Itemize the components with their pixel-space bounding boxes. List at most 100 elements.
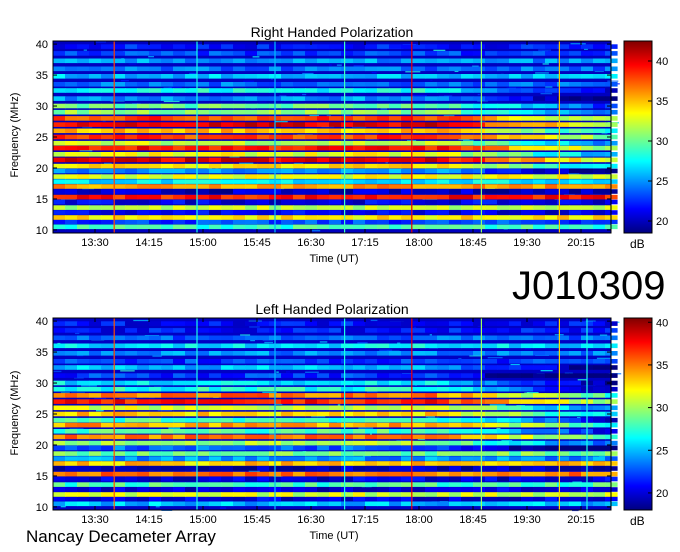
spectral-band bbox=[53, 471, 618, 477]
instrument-caption: Nancay Decameter Array bbox=[26, 527, 216, 546]
spectral-band bbox=[53, 422, 618, 428]
y-tick-label: 20 bbox=[36, 440, 48, 452]
y-tick-label: 40 bbox=[36, 39, 48, 51]
spectral-band bbox=[53, 351, 618, 356]
spectral-band bbox=[53, 445, 618, 451]
x-tick-label: 16:30 bbox=[297, 514, 325, 526]
x-tick-label: 16:30 bbox=[297, 237, 325, 249]
spectrogram-plot bbox=[53, 318, 622, 512]
spectrogram-plot bbox=[53, 41, 620, 233]
spectral-band bbox=[53, 145, 618, 151]
colorbar: 20 25 30 35 40 bbox=[623, 317, 668, 511]
spectral-band bbox=[53, 179, 618, 184]
spectral-band bbox=[53, 492, 618, 497]
x-tick-label: 18:00 bbox=[405, 514, 433, 526]
spectral-band bbox=[53, 399, 618, 404]
x-tick-label: 15:45 bbox=[243, 237, 271, 249]
y-tick-label: 20 bbox=[36, 163, 48, 175]
spectral-band bbox=[53, 365, 618, 370]
y-tick-label: 10 bbox=[36, 225, 48, 237]
spectral-band bbox=[53, 393, 618, 398]
spectral-band bbox=[53, 163, 618, 169]
spectral-band bbox=[53, 66, 618, 72]
spectral-band bbox=[53, 343, 618, 349]
spectral-band bbox=[53, 128, 618, 134]
spectral-band bbox=[53, 461, 618, 466]
x-tick-label: 17:15 bbox=[351, 237, 379, 249]
colorbar-tick-label: 30 bbox=[656, 403, 668, 415]
spectral-band bbox=[53, 440, 618, 446]
spectral-band bbox=[53, 451, 618, 456]
panel-left-handed: Left Handed Polarization 13:30 14:15 15:00… bbox=[9, 301, 668, 542]
spectral-band bbox=[53, 157, 618, 163]
x-tick-label: 17:15 bbox=[351, 514, 379, 526]
spectral-band bbox=[53, 51, 618, 56]
spectral-band bbox=[53, 109, 618, 115]
y-tick-label: 35 bbox=[36, 70, 48, 82]
spectral-band bbox=[53, 417, 618, 423]
colorbar-tick-label: 25 bbox=[656, 176, 668, 188]
spectral-band bbox=[53, 184, 618, 189]
x-axis-label: Time (UT) bbox=[309, 530, 358, 542]
spectral-band bbox=[53, 189, 618, 194]
colorbar-tick-label: 20 bbox=[656, 488, 668, 500]
y-tick-label: 30 bbox=[36, 378, 48, 390]
spectral-band bbox=[53, 359, 618, 364]
colorbar-tick-label: 25 bbox=[656, 445, 668, 457]
spectral-band bbox=[53, 74, 618, 79]
spectral-band bbox=[53, 168, 618, 174]
spectral-band bbox=[53, 405, 618, 411]
spectral-band bbox=[53, 122, 618, 127]
x-tick-label: 18:00 bbox=[405, 237, 433, 249]
spectral-band bbox=[53, 205, 618, 210]
spectral-band bbox=[53, 456, 618, 461]
x-tick-label: 20:15 bbox=[567, 237, 595, 249]
x-tick-label: 14:15 bbox=[135, 514, 163, 526]
spectral-band bbox=[53, 199, 618, 205]
spectral-band bbox=[53, 328, 618, 333]
spectral-band bbox=[53, 476, 618, 482]
spectral-band bbox=[53, 215, 618, 220]
spectral-band bbox=[53, 210, 618, 215]
x-tick-label: 19:30 bbox=[513, 514, 541, 526]
spectral-band bbox=[53, 501, 618, 507]
spectral-band bbox=[53, 482, 618, 487]
x-tick-label: 19:30 bbox=[513, 237, 541, 249]
spectral-band bbox=[53, 224, 618, 230]
y-axis-label: Frequency (MHz) bbox=[9, 93, 21, 178]
chart-title: Right Handed Polarization bbox=[251, 24, 414, 40]
x-tick-label: 14:15 bbox=[135, 237, 163, 249]
colorbar-tick-label: 40 bbox=[656, 317, 668, 329]
chart-title: Left Handed Polarization bbox=[255, 301, 408, 317]
x-tick-label: 13:30 bbox=[81, 237, 109, 249]
colorbar-tick-label: 35 bbox=[656, 360, 668, 372]
y-axis-label: Frequency (MHz) bbox=[9, 371, 21, 456]
colorbar-gradient bbox=[623, 40, 653, 234]
colorbar-tick-label: 35 bbox=[656, 96, 668, 108]
spectral-band bbox=[53, 82, 618, 87]
y-tick-label: 25 bbox=[36, 409, 48, 421]
spectral-band bbox=[53, 58, 618, 64]
x-tick-label: 15:45 bbox=[243, 514, 271, 526]
spectral-band bbox=[53, 96, 618, 101]
panel-right-handed: Right Handed Polarization 13:30 14:15 15:0… bbox=[9, 24, 668, 265]
x-tick-label: 15:00 bbox=[189, 514, 217, 526]
y-tick-label: 35 bbox=[36, 347, 48, 359]
spectral-band bbox=[53, 496, 618, 502]
x-tick-label: 18:45 bbox=[459, 237, 487, 249]
spectral-band bbox=[53, 103, 618, 109]
spectral-band bbox=[53, 386, 618, 392]
x-tick-label: 13:30 bbox=[81, 514, 109, 526]
spectral-band bbox=[53, 194, 618, 200]
spectral-band bbox=[53, 116, 618, 121]
y-tick-label: 30 bbox=[36, 101, 48, 113]
spectral-band bbox=[53, 219, 618, 225]
spectral-band bbox=[53, 380, 618, 386]
y-tick-label: 15 bbox=[36, 471, 48, 483]
colorbar-label: dB bbox=[630, 514, 645, 528]
spectral-band bbox=[53, 434, 618, 440]
spectral-band bbox=[53, 429, 618, 434]
colorbar-tick-label: 40 bbox=[656, 56, 668, 68]
spectral-band bbox=[53, 411, 618, 417]
y-tick-label: 25 bbox=[36, 132, 48, 144]
